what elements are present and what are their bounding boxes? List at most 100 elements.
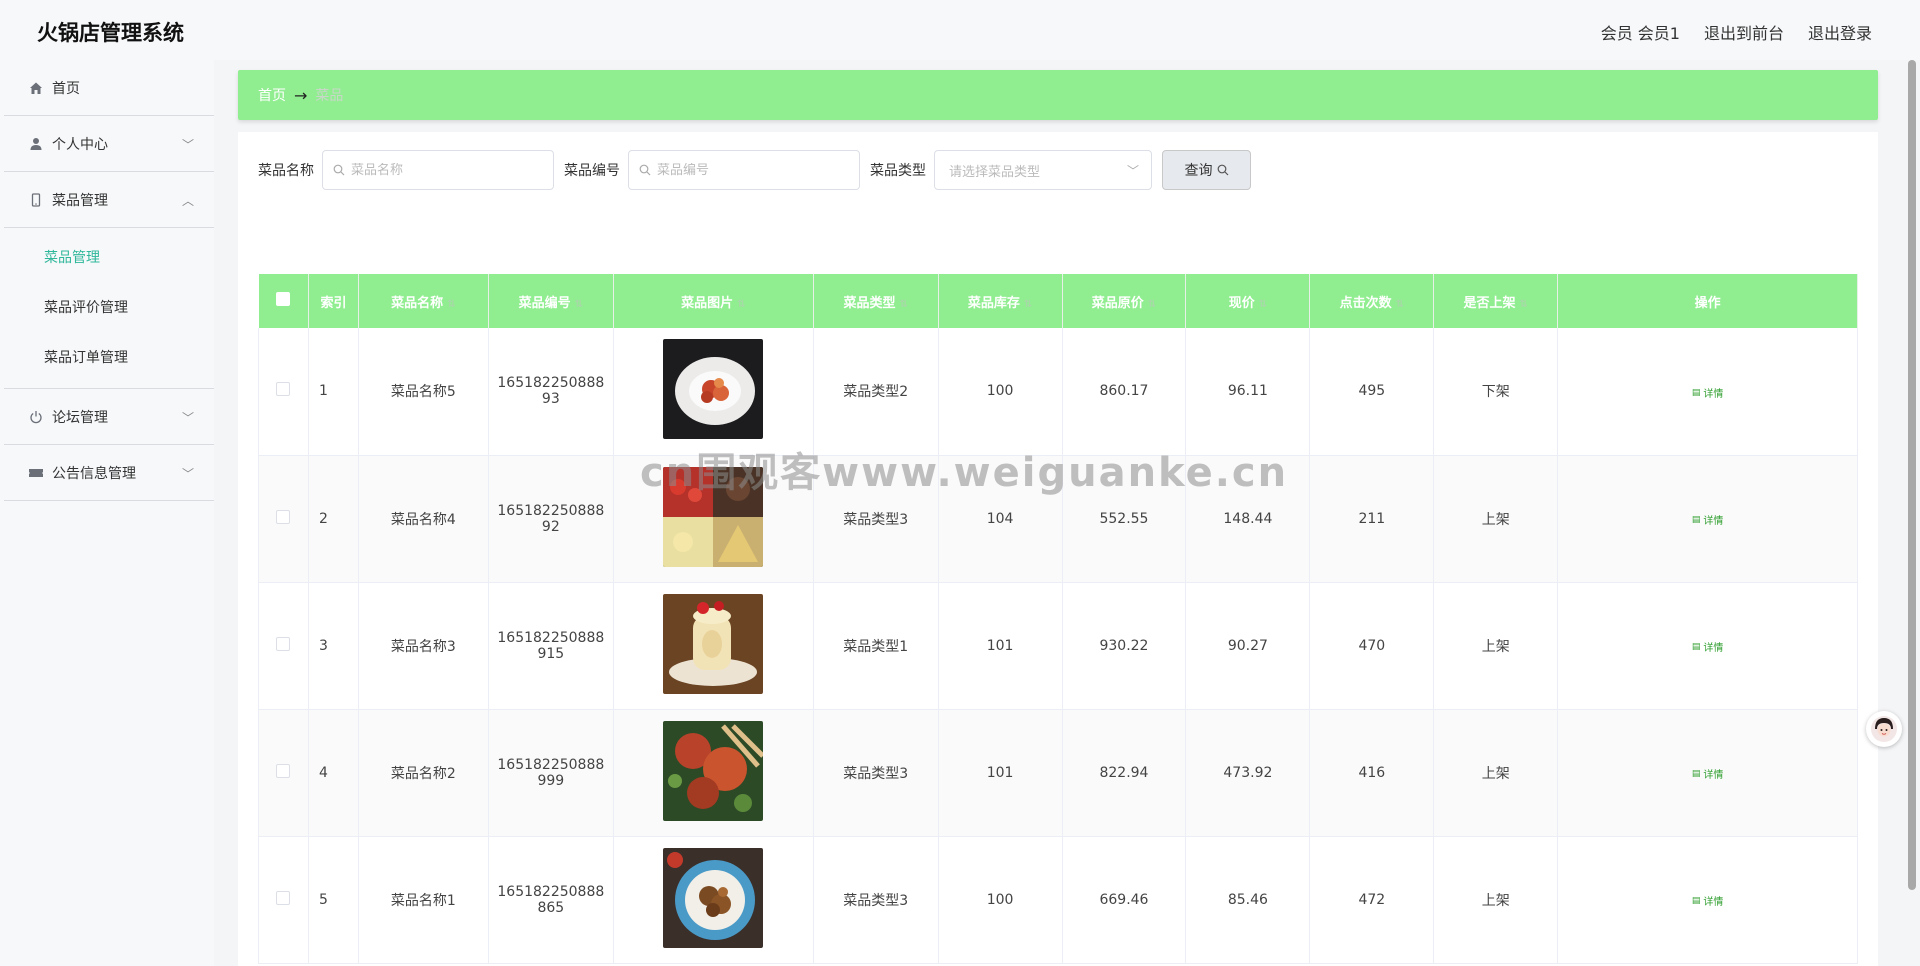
cell-price: 822.94 <box>1062 709 1187 837</box>
cell-image <box>613 328 814 456</box>
cell-current-price: 85.46 <box>1185 836 1311 964</box>
table-row: 3 菜品名称3 165182250888 915 菜品类型1 101 930.22… <box>258 582 1858 710</box>
breadcrumb-current: 菜品 <box>315 88 344 104</box>
cell-clicks: 472 <box>1309 836 1435 964</box>
breadcrumb-home[interactable]: 首页 <box>258 85 286 105</box>
cell-current-price: 90.27 <box>1185 582 1311 710</box>
cell-status: 上架 <box>1433 455 1559 583</box>
cell-actions: ▤ 详情 <box>1557 582 1858 710</box>
cell-actions: ▤ 详情 <box>1557 836 1858 964</box>
cell-clicks: 416 <box>1309 709 1435 837</box>
cell-index: 5 <box>308 836 359 964</box>
dish-table: 索引 菜品名称 ⇅ 菜品编号 ⇅ 菜品图片 ⇅ 菜品类型 ⇅ 菜品库存 ⇅ 菜品原价 ⇅ 现… <box>258 274 1858 964</box>
column-header[interactable]: 菜品名称 ⇅ <box>358 274 489 328</box>
row-checkbox[interactable] <box>276 763 291 778</box>
cell-clicks: 211 <box>1309 455 1435 583</box>
breadcrumb: 首页 → 菜品 <box>238 70 1878 120</box>
phone-icon <box>28 192 44 208</box>
submenu-item-dish[interactable]: 菜品管理 <box>4 232 214 282</box>
breadcrumb-arrow-icon: → <box>294 85 308 105</box>
sidebar-item-forum[interactable]: 论坛管理 ﹀ <box>4 389 214 445</box>
dish-name-input[interactable] <box>351 162 541 178</box>
cell-image <box>613 455 814 583</box>
dish-name-label: 菜品名称 <box>258 163 314 179</box>
sidebar-item-label: 论坛管理 <box>52 409 108 426</box>
sort-icon: ⇅ <box>1147 298 1157 310</box>
column-header[interactable]: 菜品类型 ⇅ <box>813 274 939 328</box>
select-all-checkbox[interactable] <box>276 292 291 306</box>
member-name[interactable]: 会员 会员1 <box>1601 20 1680 44</box>
cell-actions: ▤ 详情 <box>1557 455 1858 583</box>
main-content: 首页 → 菜品 菜品名称 菜品编号 菜品类型 请选择菜品类型 ﹀ 查询 <box>238 70 1878 966</box>
sidebar-item-label: 菜品管理 <box>52 192 108 209</box>
power-icon <box>28 409 44 425</box>
row-checkbox[interactable] <box>276 509 291 524</box>
detail-button[interactable]: ▤ 详情 <box>1692 512 1724 528</box>
cell-index: 4 <box>308 709 359 837</box>
assistant-avatar-icon[interactable] <box>1866 711 1902 747</box>
table-row: 4 菜品名称2 165182250888 999 菜品类型3 101 822.94… <box>258 709 1858 837</box>
column-header[interactable]: 是否上架 ⇅ <box>1433 274 1559 328</box>
submenu-item-dish-review[interactable]: 菜品评价管理 <box>4 282 214 332</box>
table-header-row: 索引 菜品名称 ⇅ 菜品编号 ⇅ 菜品图片 ⇅ 菜品类型 ⇅ 菜品库存 ⇅ 菜品原价 ⇅ 现… <box>258 274 1858 328</box>
sidebar-item-home[interactable]: 首页 <box>4 60 214 116</box>
cell-stock: 104 <box>938 455 1063 583</box>
dish-photo-image[interactable] <box>663 339 764 440</box>
sidebar-item-notice[interactable]: 公告信息管理 ﹀ <box>4 445 214 501</box>
page-scrollbar[interactable] <box>1908 60 1916 890</box>
chevron-down-icon: ﹀ <box>1126 164 1139 178</box>
dish-photo-image[interactable] <box>663 593 764 694</box>
cell-code: 165182250888 999 <box>488 709 614 837</box>
detail-button[interactable]: ▤ 详情 <box>1692 893 1724 909</box>
dish-name-field[interactable] <box>322 150 554 190</box>
detail-button[interactable]: ▤ 详情 <box>1692 385 1724 401</box>
cell-status: 上架 <box>1433 582 1559 710</box>
sort-icon: ⇅ <box>1023 298 1033 310</box>
cell-stock: 100 <box>938 328 1063 456</box>
sidebar-item-profile[interactable]: 个人中心 ﹀ <box>4 116 214 172</box>
dish-type-select[interactable]: 请选择菜品类型 ﹀ <box>934 150 1152 190</box>
select-all-header[interactable] <box>258 274 309 328</box>
sidebar-item-label: 公告信息管理 <box>52 465 136 482</box>
cell-index: 1 <box>308 328 359 456</box>
query-button[interactable]: 查询 <box>1162 150 1251 190</box>
cell-name: 菜品名称4 <box>358 455 489 583</box>
cell-code: 165182250888 93 <box>488 328 614 456</box>
dish-photo-image[interactable] <box>663 720 764 821</box>
sidebar-item-label: 首页 <box>52 80 80 97</box>
column-header: 索引 <box>308 274 359 328</box>
detail-button[interactable]: ▤ 详情 <box>1692 639 1724 655</box>
column-header[interactable]: 现价 ⇅ <box>1185 274 1311 328</box>
cell-name: 菜品名称2 <box>358 709 489 837</box>
cell-status: 上架 <box>1433 836 1559 964</box>
back-to-front-link[interactable]: 退出到前台 <box>1704 20 1784 44</box>
sidebar: 首页 个人中心 ﹀ 菜品管理 ︿ 菜品管理 菜品评价管理 菜品订单管理 论坛管理… <box>0 60 214 966</box>
row-checkbox[interactable] <box>276 890 291 905</box>
column-header[interactable]: 点击次数 ⇅ <box>1309 274 1435 328</box>
submenu-item-dish-order[interactable]: 菜品订单管理 <box>4 332 214 382</box>
column-header[interactable]: 菜品库存 ⇅ <box>938 274 1063 328</box>
ticket-icon <box>28 465 44 481</box>
row-checkbox[interactable] <box>276 382 291 397</box>
sidebar-item-dish-management[interactable]: 菜品管理 ︿ <box>4 172 214 228</box>
dish-code-field[interactable] <box>628 150 860 190</box>
detail-button[interactable]: ▤ 详情 <box>1692 766 1724 782</box>
column-header[interactable]: 菜品图片 ⇅ <box>613 274 814 328</box>
dish-code-input[interactable] <box>657 162 847 178</box>
top-bar: 火锅店管理系统 会员 会员1 退出到前台 退出登录 <box>0 0 1920 60</box>
column-header[interactable]: 菜品编号 ⇅ <box>488 274 614 328</box>
dish-photo-image[interactable] <box>663 847 764 948</box>
search-icon <box>1217 164 1228 176</box>
cell-stock: 100 <box>938 836 1063 964</box>
dish-photo-image[interactable] <box>663 466 764 567</box>
column-header[interactable]: 菜品原价 ⇅ <box>1062 274 1187 328</box>
row-checkbox[interactable] <box>276 636 291 651</box>
cell-status: 下架 <box>1433 328 1559 456</box>
chevron-down-icon: ﹀ <box>181 138 194 152</box>
dish-code-label: 菜品编号 <box>564 163 620 179</box>
logout-link[interactable]: 退出登录 <box>1808 20 1872 44</box>
dish-type-label: 菜品类型 <box>870 163 926 179</box>
cell-image <box>613 709 814 837</box>
chevron-down-icon: ﹀ <box>181 411 194 425</box>
table-row: 5 菜品名称1 165182250888 865 菜品类型3 100 669.46… <box>258 836 1858 964</box>
